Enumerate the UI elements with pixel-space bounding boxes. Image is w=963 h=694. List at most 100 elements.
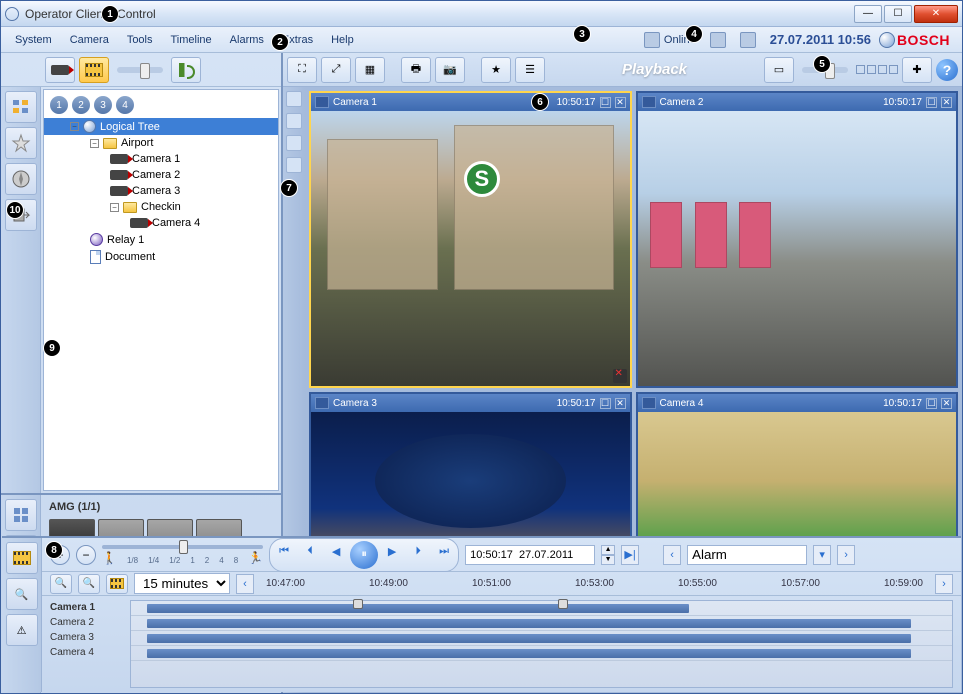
tool-add-pane[interactable]: ✚ [902,57,932,83]
alarm-prev-button[interactable]: ‹ [663,545,681,565]
camera-2-close[interactable]: ✕ [941,97,952,108]
tree-cam2[interactable]: Camera 2 [44,167,278,183]
menu-system[interactable]: System [7,31,60,49]
expander-icon[interactable]: − [90,139,99,148]
pause-button[interactable]: ⏸ [350,541,378,569]
side-tab-favorites[interactable] [5,127,37,159]
ctrl-tab-alarm[interactable]: ⚠ [6,614,38,646]
menu-alarms[interactable]: Alarms [222,31,272,49]
workspace-3[interactable]: 3 [94,96,112,114]
range-select[interactable]: 15 minutes [134,573,230,594]
film-icon [85,63,103,77]
tool-monitor[interactable]: ▭ [764,57,794,83]
playback-buttons: ⏮ ⏴ ◀ ⏸ ▶ ⏵ ⏭ [269,538,459,572]
timeline-tracks[interactable] [130,600,953,688]
side-ctrl-4[interactable] [286,157,302,173]
close-button[interactable]: ✕ [914,5,958,23]
menu-camera[interactable]: Camera [62,31,117,49]
film-icon [642,96,656,108]
camera-4-close[interactable]: ✕ [941,398,952,409]
camera-1-max[interactable]: ☐ [600,97,611,108]
alarm-select[interactable] [687,545,807,565]
step-back-button[interactable]: ⏴ [298,541,322,563]
goto-button[interactable]: ▶| [621,545,639,565]
tree-airport[interactable]: − Airport [44,135,278,151]
camera-4-max[interactable]: ☐ [926,398,937,409]
globe-icon[interactable] [879,32,895,48]
slider-thumb[interactable] [179,540,188,554]
tree-cam1[interactable]: Camera 1 [44,151,278,167]
maximize-button[interactable]: ☐ [884,5,912,23]
alarm-dropdown-button[interactable]: ▾ [813,545,831,565]
tl-label-cam3[interactable]: Camera 3 [50,630,126,645]
left-slider[interactable] [117,67,163,73]
tree-root[interactable]: − Logical Tree [44,118,278,135]
track-cam1[interactable] [131,601,952,616]
camera-1-close[interactable]: ✕ [615,97,626,108]
menu-timeline[interactable]: Timeline [163,31,220,49]
ctrl-tab-search[interactable]: 🔍 [6,578,38,610]
zoom-out-button[interactable]: − [76,545,96,565]
expander-icon[interactable]: − [70,122,79,131]
minimize-button[interactable]: — [854,5,882,23]
tool-fullscreen[interactable]: ⛶ [287,57,317,83]
track-cam4[interactable] [131,646,952,661]
tool-expand[interactable]: ⤢ [321,57,351,83]
tl-label-cam2[interactable]: Camera 2 [50,615,126,630]
play-forward-button[interactable]: ▶ [380,541,404,563]
scroll-left-button[interactable]: ‹ [236,574,254,594]
ctrl-tab-timeline[interactable] [6,542,38,574]
timeline-export[interactable] [106,574,128,594]
skip-start-button[interactable]: ⏮ [272,541,296,563]
tree-document[interactable]: Document [44,248,278,266]
live-mode-button[interactable] [45,57,75,83]
time-field[interactable] [465,545,595,565]
camera-pane-2[interactable]: Camera 2 10:50:17 ☐ ✕ [636,91,959,388]
side-tab-tree[interactable] [5,91,37,123]
workspace-4[interactable]: 4 [116,96,134,114]
logical-tree[interactable]: 1 2 3 4 − Logical Tree − Airport [43,89,279,491]
camera-3-max[interactable]: ☐ [600,398,611,409]
alarm-next-button[interactable]: › [837,545,855,565]
step-forward-button[interactable]: ⏵ [406,541,430,563]
time-spinner[interactable]: ▲▼ [601,545,615,565]
timeline-zoom-in[interactable]: 🔍 [50,574,72,594]
track-cam3[interactable] [131,631,952,646]
side-ctrl-2[interactable] [286,113,302,129]
play-back-button[interactable]: ◀ [324,541,348,563]
side-tab-map[interactable] [5,163,37,195]
tree-relay[interactable]: Relay 1 [44,231,278,248]
workspace-1[interactable]: 1 [50,96,68,114]
menu-help[interactable]: Help [323,31,362,49]
tool-snapshot[interactable]: 📷 [435,57,465,83]
help-button[interactable]: ? [936,59,958,81]
timeline-zoom-out[interactable]: 🔍 [78,574,100,594]
speed-slider[interactable]: 🚶 1/8 1/4 1/2 1 2 4 8 🏃 [102,545,263,565]
menu-tools[interactable]: Tools [119,31,161,49]
camera-icon [51,65,69,75]
tool-bookmark[interactable]: ★ [481,57,511,83]
skip-end-button[interactable]: ⏭ [432,541,456,563]
tree-cam4[interactable]: Camera 4 [44,215,278,231]
audio-button[interactable] [171,57,201,83]
camera-1-title: Camera 1 [333,97,553,108]
scroll-right-button[interactable]: › [935,574,953,594]
side-ctrl-3[interactable] [286,135,302,151]
tool-bookmark-list[interactable]: ☰ [515,57,545,83]
mute-icon[interactable] [613,369,627,383]
amg-tab-grid[interactable] [5,499,37,531]
workspace-2[interactable]: 2 [72,96,90,114]
tl-label-cam4[interactable]: Camera 4 [50,645,126,660]
playback-mode-button[interactable] [79,57,109,83]
tool-image[interactable]: ▦ [355,57,385,83]
side-ctrl-1[interactable] [286,91,302,107]
expander-icon[interactable]: − [110,203,119,212]
tl-label-cam1[interactable]: Camera 1 [50,600,126,615]
camera-3-close[interactable]: ✕ [615,398,626,409]
camera-2-max[interactable]: ☐ [926,97,937,108]
tree-checkin[interactable]: − Checkin [44,199,278,215]
camera-pane-1[interactable]: Camera 1 10:50:17 ☐ ✕ S [309,91,632,388]
tree-cam3[interactable]: Camera 3 [44,183,278,199]
track-cam2[interactable] [131,616,952,631]
tool-print[interactable]: 🖶 [401,57,431,83]
